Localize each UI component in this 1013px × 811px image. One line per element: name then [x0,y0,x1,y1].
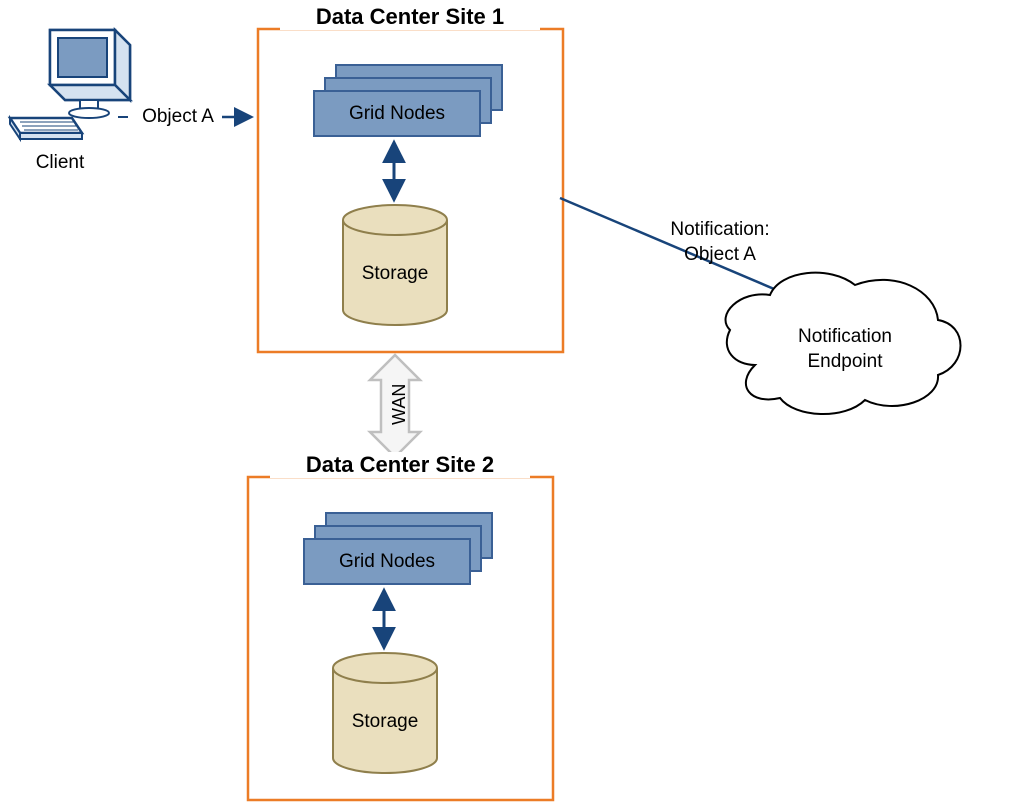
notification-line2: Object A [640,243,800,268]
site2-grid-nodes-label: Grid Nodes [304,551,470,573]
endpoint-line1: Notification [780,325,910,350]
site2-grid-nodes [304,513,492,584]
site1-title: Data Center Site 1 [280,4,540,30]
client-label: Client [20,152,100,174]
notification-label: Notification: Object A [640,218,800,267]
site2-title: Data Center Site 2 [270,452,530,478]
site1-storage-label: Storage [343,263,447,285]
site1-grid-nodes-label: Grid Nodes [314,103,480,125]
client-icon [10,30,130,139]
endpoint-line2: Endpoint [780,350,910,375]
object-a-label: Object A [133,106,223,128]
notification-line1: Notification: [640,218,800,243]
endpoint-label: Notification Endpoint [780,325,910,374]
site2-storage-label: Storage [333,711,437,733]
site1-grid-nodes [314,65,502,136]
wan-label: WAN [389,384,410,425]
